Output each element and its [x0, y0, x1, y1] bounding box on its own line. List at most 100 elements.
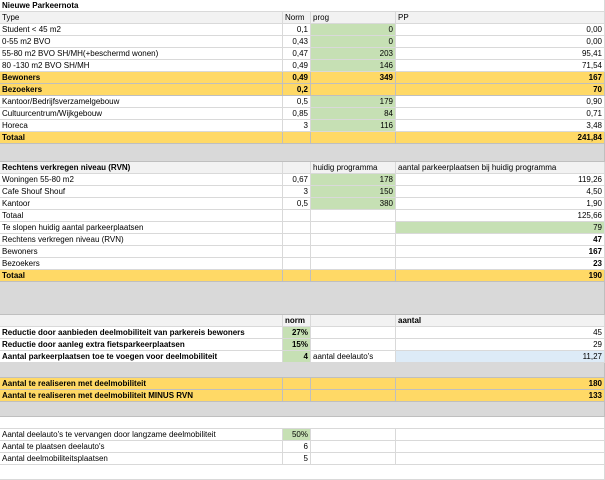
cell-prog[interactable]: [311, 270, 396, 282]
cell-pp[interactable]: 95,41: [396, 48, 605, 60]
header-norm[interactable]: Norm: [283, 12, 311, 24]
cell-prog[interactable]: 84: [311, 108, 396, 120]
cell-pp[interactable]: 180: [396, 378, 605, 390]
cell-pp[interactable]: 167: [396, 72, 605, 84]
cell-label[interactable]: Totaal: [0, 132, 283, 144]
cell-pp[interactable]: [396, 429, 605, 441]
cell-prog[interactable]: [311, 84, 396, 96]
cell-pp[interactable]: 29: [396, 339, 605, 351]
header-pp[interactable]: aantal parkeerplaatsen bij huidig progra…: [396, 162, 605, 174]
header-prog[interactable]: huidig programma: [311, 162, 396, 174]
cell-pp[interactable]: 125,66: [396, 210, 605, 222]
cell-prog[interactable]: 380: [311, 198, 396, 210]
cell-label[interactable]: Aantal te plaatsen deelauto's: [0, 441, 283, 453]
cell-type[interactable]: Cultuurcentrum/Wijkgebouw: [0, 108, 283, 120]
cell-prog[interactable]: [311, 246, 396, 258]
cell-pp[interactable]: 45: [396, 327, 605, 339]
cell-norm[interactable]: 4: [283, 351, 311, 363]
cell-type[interactable]: 55-80 m2 BVO SH/MH(+beschermd wonen): [0, 48, 283, 60]
cell-type[interactable]: Cafe Shouf Shouf: [0, 186, 283, 198]
cell-label[interactable]: Aantal parkeerplaatsen toe te voegen voo…: [0, 351, 283, 363]
cell-prog[interactable]: 116: [311, 120, 396, 132]
empty-cell[interactable]: [0, 465, 605, 480]
cell-norm[interactable]: 0,49: [283, 60, 311, 72]
cell-norm[interactable]: 0,1: [283, 24, 311, 36]
cell-pp[interactable]: 1,90: [396, 198, 605, 210]
cell-prog[interactable]: 146: [311, 60, 396, 72]
cell-norm[interactable]: [283, 210, 311, 222]
cell-pp[interactable]: 119,26: [396, 174, 605, 186]
cell-pp[interactable]: 0,00: [396, 24, 605, 36]
cell-pp[interactable]: 47: [396, 234, 605, 246]
cell-pp[interactable]: 11,27: [396, 351, 605, 363]
cell-norm[interactable]: 0,2: [283, 84, 311, 96]
cell-label[interactable]: Bewoners: [0, 246, 283, 258]
cell-label[interactable]: Bewoners: [0, 72, 283, 84]
cell-norm[interactable]: 3: [283, 120, 311, 132]
cell-pp[interactable]: 241,84: [396, 132, 605, 144]
cell-label[interactable]: Rechtens verkregen niveau (RVN): [0, 234, 283, 246]
cell-norm[interactable]: [283, 222, 311, 234]
cell-prog[interactable]: [311, 210, 396, 222]
cell-pp[interactable]: 79: [396, 222, 605, 234]
cell-type[interactable]: 80 -130 m2 BVO SH/MH: [0, 60, 283, 72]
cell-type[interactable]: Woningen 55-80 m2: [0, 174, 283, 186]
cell-norm[interactable]: [283, 270, 311, 282]
header-prog[interactable]: prog: [311, 12, 396, 24]
cell-norm[interactable]: [283, 234, 311, 246]
header-aantal[interactable]: aantal: [396, 315, 605, 327]
cell-type[interactable]: Horeca: [0, 120, 283, 132]
cell-prog[interactable]: [311, 378, 396, 390]
cell-prog[interactable]: [311, 390, 396, 402]
cell-pp[interactable]: [396, 453, 605, 465]
cell-type[interactable]: Kantoor/Bedrijfsverzamelgebouw: [0, 96, 283, 108]
cell-norm[interactable]: 0,85: [283, 108, 311, 120]
cell-label[interactable]: Bezoekers: [0, 84, 283, 96]
cell-sub[interactable]: aantal deelauto's: [311, 351, 396, 363]
cell-label[interactable]: Totaal: [0, 270, 283, 282]
cell-norm[interactable]: [283, 378, 311, 390]
cell-norm[interactable]: 0,5: [283, 198, 311, 210]
cell-label[interactable]: Te slopen huidig aantal parkeerplaatsen: [0, 222, 283, 234]
header-norm[interactable]: [283, 162, 311, 174]
separator-cell[interactable]: [0, 402, 605, 417]
cell-norm[interactable]: 50%: [283, 429, 311, 441]
cell-type[interactable]: 0-55 m2 BVO: [0, 36, 283, 48]
cell-pp[interactable]: 4,50: [396, 186, 605, 198]
cell-pp[interactable]: 71,54: [396, 60, 605, 72]
cell-norm[interactable]: 6: [283, 441, 311, 453]
cell-pp[interactable]: 0,71: [396, 108, 605, 120]
separator-cell[interactable]: [0, 363, 605, 378]
header-prog[interactable]: [311, 315, 396, 327]
cell-prog[interactable]: [311, 327, 396, 339]
cell-label[interactable]: Aantal deelmobiliteitsplaatsen: [0, 453, 283, 465]
rvn-title[interactable]: Rechtens verkregen niveau (RVN): [0, 162, 283, 174]
cell-norm[interactable]: [283, 390, 311, 402]
separator-cell[interactable]: [0, 282, 605, 315]
empty-cell[interactable]: [0, 417, 605, 429]
cell-norm[interactable]: 0,67: [283, 174, 311, 186]
cell-label[interactable]: Reductie door aanbieden deelmobiliteit v…: [0, 327, 283, 339]
cell-prog[interactable]: 0: [311, 24, 396, 36]
cell-type[interactable]: Student < 45 m2: [0, 24, 283, 36]
cell-pp[interactable]: 133: [396, 390, 605, 402]
cell-norm[interactable]: 3: [283, 186, 311, 198]
cell-prog[interactable]: 178: [311, 174, 396, 186]
cell-prog[interactable]: 179: [311, 96, 396, 108]
cell-label[interactable]: Aantal deelauto's te vervangen door lang…: [0, 429, 283, 441]
cell-prog[interactable]: [311, 339, 396, 351]
cell-norm[interactable]: 0,43: [283, 36, 311, 48]
header-label[interactable]: [0, 315, 283, 327]
cell-norm[interactable]: 15%: [283, 339, 311, 351]
cell-prog[interactable]: 203: [311, 48, 396, 60]
cell-type[interactable]: Kantoor: [0, 198, 283, 210]
cell-pp[interactable]: 167: [396, 246, 605, 258]
cell-pp[interactable]: 70: [396, 84, 605, 96]
cell-norm[interactable]: 0,5: [283, 96, 311, 108]
cell-prog[interactable]: [311, 234, 396, 246]
cell-pp[interactable]: 3,48: [396, 120, 605, 132]
cell-norm[interactable]: [283, 132, 311, 144]
header-norm[interactable]: norm: [283, 315, 311, 327]
cell-norm[interactable]: 5: [283, 453, 311, 465]
separator-cell[interactable]: [0, 144, 605, 162]
